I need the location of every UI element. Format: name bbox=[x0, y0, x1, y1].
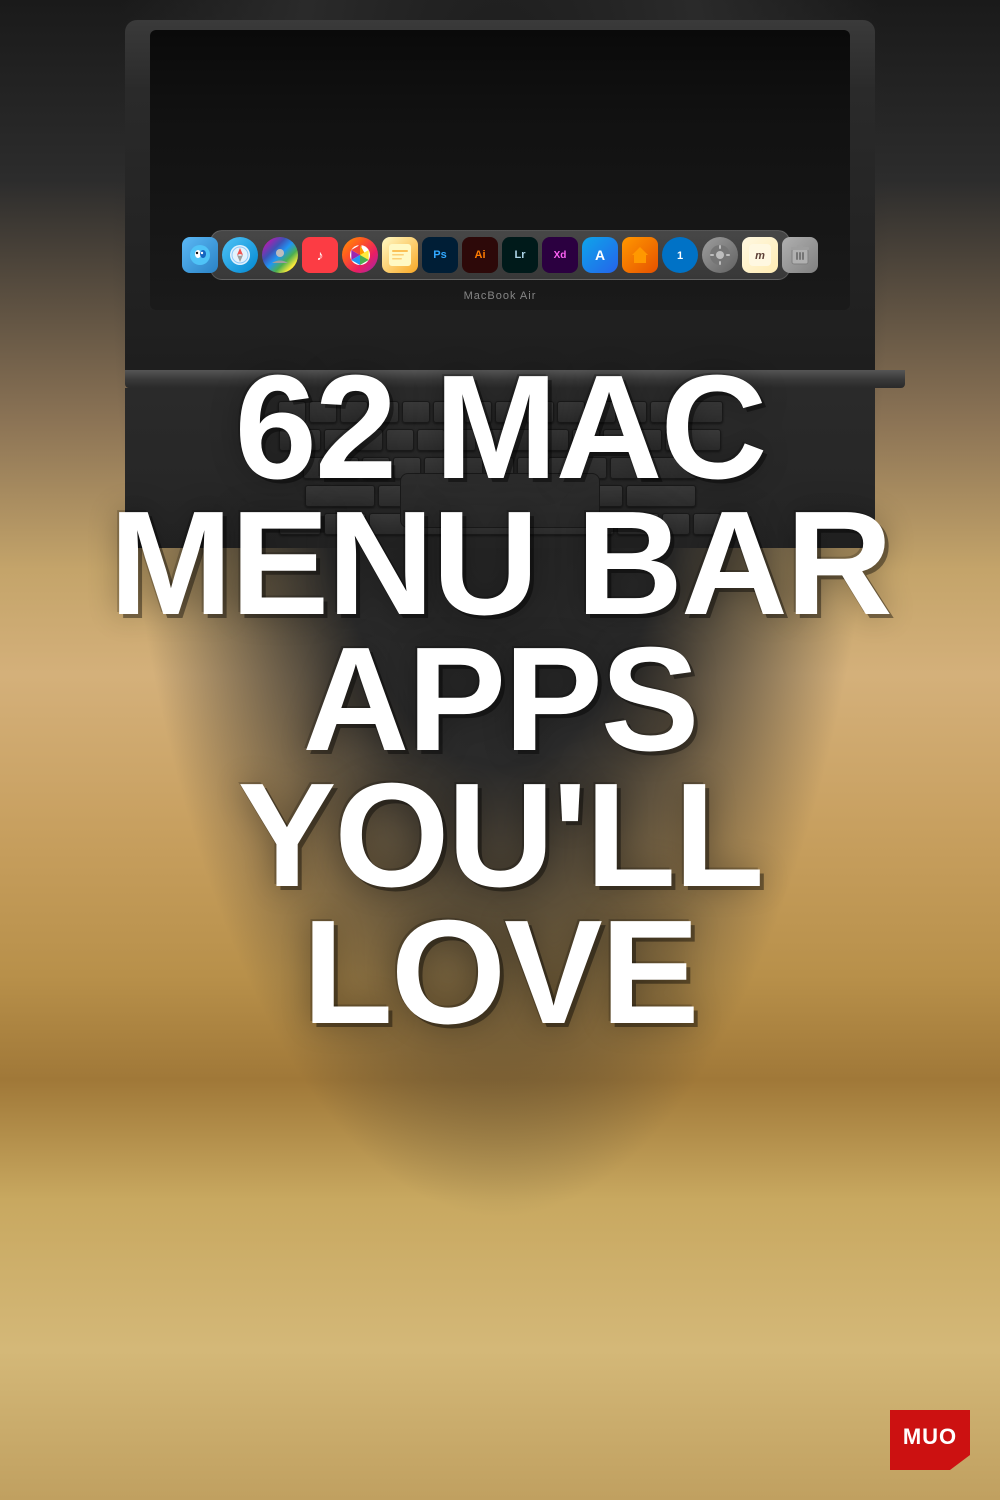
svg-text:A: A bbox=[595, 247, 605, 263]
dock-icon-home bbox=[622, 237, 658, 273]
dock-icon-xd: Xd bbox=[542, 237, 578, 273]
mac-dock: ♪ bbox=[210, 230, 790, 280]
dock-icon-illustrator: Ai bbox=[462, 237, 498, 273]
muo-logo: MUO bbox=[890, 1410, 970, 1470]
dock-icon-safari bbox=[222, 237, 258, 273]
laptop-screen-body: ♪ bbox=[125, 20, 875, 370]
dock-icon-lightroom: Lr bbox=[502, 237, 538, 273]
headline-line1: 62 MAC bbox=[40, 360, 960, 496]
headline-text: 62 MAC MENU BAR APPS YOU'LL LOVE bbox=[40, 360, 960, 1041]
dock-icon-music: ♪ bbox=[302, 237, 338, 273]
dock-icon-photoshop: Ps bbox=[422, 237, 458, 273]
dock-icon-notes bbox=[382, 237, 418, 273]
dock-icon-system-prefs bbox=[702, 237, 738, 273]
dock-icon-mulleder: m bbox=[742, 237, 778, 273]
headline-line4: LOVE bbox=[40, 905, 960, 1041]
headline-overlay: 62 MAC MENU BAR APPS YOU'LL LOVE bbox=[0, 340, 1000, 1061]
headline-line3: APPS YOU'LL bbox=[40, 632, 960, 904]
dock-icon-1password: 1 bbox=[662, 237, 698, 273]
svg-text:m: m bbox=[755, 250, 765, 262]
laptop-screen: ♪ bbox=[150, 30, 850, 310]
svg-text:1: 1 bbox=[677, 250, 683, 262]
muo-logo-text: MUO bbox=[903, 1424, 957, 1450]
dock-icon-photos bbox=[342, 237, 378, 273]
dock-icon-contacts bbox=[262, 237, 298, 273]
dock-icon-finder bbox=[182, 237, 218, 273]
dock-icon-appstore: A bbox=[582, 237, 618, 273]
headline-line2: MENU BAR bbox=[40, 496, 960, 632]
svg-text:♪: ♪ bbox=[317, 247, 324, 263]
dock-icon-trash bbox=[782, 237, 818, 273]
macbook-model-label: MacBook Air bbox=[464, 290, 537, 302]
